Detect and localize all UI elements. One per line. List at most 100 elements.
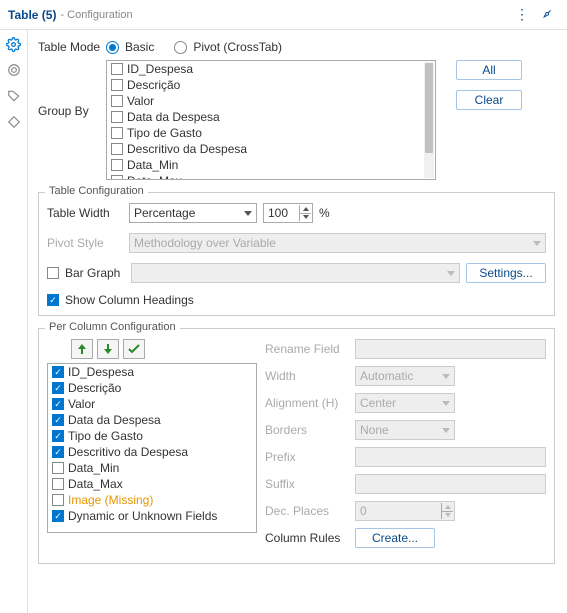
checkbox-icon[interactable] — [111, 175, 123, 180]
checkbox-icon[interactable] — [52, 382, 64, 394]
column-item-label: Image (Missing) — [68, 493, 153, 507]
table-config-legend: Table Configuration — [45, 185, 148, 197]
column-item[interactable]: ID_Despesa — [48, 364, 256, 380]
gear-icon[interactable] — [6, 36, 22, 52]
table-width-mode-select[interactable]: Percentage — [129, 203, 257, 223]
checkbox-icon[interactable] — [52, 462, 64, 474]
checkbox-icon[interactable] — [111, 79, 123, 91]
scrollbar[interactable] — [424, 62, 434, 178]
radio-basic-label: Basic — [125, 40, 154, 54]
bar-graph-select — [131, 263, 460, 283]
groupby-item-label: Descritivo da Despesa — [127, 142, 247, 156]
column-item-label: Data_Max — [68, 477, 123, 491]
groupby-item-label: Descrição — [127, 78, 180, 92]
column-item-label: Data da Despesa — [68, 413, 161, 427]
checkbox-icon[interactable] — [52, 494, 64, 506]
dec-places-spinner: 0 — [355, 501, 455, 521]
suffix-input — [355, 474, 546, 494]
column-item[interactable]: Data_Max — [48, 476, 256, 492]
column-rules-label: Column Rules — [265, 531, 349, 545]
group-by-label: Group By — [38, 60, 106, 118]
per-column-fieldset: Per Column Configuration ID_DespesaDescr… — [38, 328, 555, 564]
column-item-label: Tipo de Gasto — [68, 429, 143, 443]
move-up-button[interactable] — [71, 339, 93, 359]
alignment-select: Center — [355, 393, 455, 413]
groupby-item-label: Data_Max — [127, 174, 182, 180]
groupby-item[interactable]: Tipo de Gasto — [107, 125, 435, 141]
dec-places-label: Dec. Places — [265, 504, 349, 518]
target-icon[interactable] — [6, 62, 22, 78]
checkbox-icon[interactable] — [52, 366, 64, 378]
column-item-label: Dynamic or Unknown Fields — [68, 509, 217, 523]
all-button[interactable]: All — [456, 60, 522, 80]
column-item[interactable]: Dynamic or Unknown Fields — [48, 508, 256, 524]
column-item[interactable]: Tipo de Gasto — [48, 428, 256, 444]
diamond-icon[interactable] — [6, 114, 22, 130]
create-button[interactable]: Create... — [355, 528, 435, 548]
pin-icon[interactable] — [535, 5, 559, 25]
groupby-item[interactable]: ID_Despesa — [107, 61, 435, 77]
column-item-label: Data_Min — [68, 461, 119, 475]
groupby-item[interactable]: Descrição — [107, 77, 435, 93]
table-width-value-spinner[interactable]: 100 — [263, 203, 313, 223]
groupby-item-label: Data_Min — [127, 158, 178, 172]
per-column-listbox[interactable]: ID_DespesaDescrição Valor Data da Despesa T… — [47, 363, 257, 533]
tool-subtitle: - Configuration — [60, 9, 132, 21]
move-down-button[interactable] — [97, 339, 119, 359]
bar-graph-checkbox[interactable] — [47, 267, 59, 279]
bar-graph-label: Bar Graph — [65, 266, 125, 280]
groupby-item-label: Valor — [127, 94, 154, 108]
more-icon[interactable]: ⋮ — [509, 4, 535, 25]
column-item[interactable]: Data_Min — [48, 460, 256, 476]
checkbox-icon[interactable] — [52, 446, 64, 458]
per-column-legend: Per Column Configuration — [45, 321, 180, 333]
checkbox-icon[interactable] — [111, 95, 123, 107]
checkbox-icon[interactable] — [111, 143, 123, 155]
table-mode-label: Table Mode — [38, 40, 106, 54]
clear-button[interactable]: Clear — [456, 90, 522, 110]
settings-button[interactable]: Settings... — [466, 263, 546, 283]
radio-pivot[interactable] — [174, 41, 187, 54]
check-button[interactable] — [123, 339, 145, 359]
radio-pivot-label: Pivot (CrossTab) — [193, 40, 282, 54]
column-item[interactable]: Data da Despesa — [48, 412, 256, 428]
checkbox-icon[interactable] — [52, 430, 64, 442]
checkbox-icon[interactable] — [52, 478, 64, 490]
column-item[interactable]: Descritivo da Despesa — [48, 444, 256, 460]
config-sidebar — [0, 30, 28, 613]
checkbox-icon[interactable] — [52, 414, 64, 426]
groupby-item[interactable]: Descritivo da Despesa — [107, 141, 435, 157]
checkbox-icon[interactable] — [111, 159, 123, 171]
groupby-item[interactable]: Data_Min — [107, 157, 435, 173]
checkbox-icon[interactable] — [111, 127, 123, 139]
pivot-style-select: Methodology over Variable — [129, 233, 546, 253]
rename-field-input — [355, 339, 546, 359]
column-item-label: Descrição — [68, 381, 121, 395]
checkbox-icon[interactable] — [52, 510, 64, 522]
spin-up[interactable] — [299, 205, 311, 214]
radio-basic[interactable] — [106, 41, 119, 54]
groupby-item-label: Tipo de Gasto — [127, 126, 202, 140]
checkbox-icon[interactable] — [111, 63, 123, 75]
borders-label: Borders — [265, 423, 349, 437]
groupby-item-label: ID_Despesa — [127, 62, 193, 76]
column-item[interactable]: Descrição — [48, 380, 256, 396]
tag-icon[interactable] — [6, 88, 22, 104]
show-headings-checkbox[interactable] — [47, 294, 59, 306]
groupby-item[interactable]: Valor — [107, 93, 435, 109]
group-by-listbox[interactable]: ID_Despesa Descrição Valor Data da Despesa T… — [106, 60, 436, 180]
groupby-item-label: Data da Despesa — [127, 110, 220, 124]
width-field-label: Width — [265, 369, 349, 383]
scrollbar-thumb[interactable] — [425, 63, 433, 153]
spin-down[interactable] — [299, 214, 311, 222]
column-item[interactable]: Valor — [48, 396, 256, 412]
prefix-input — [355, 447, 546, 467]
width-select: Automatic — [355, 366, 455, 386]
checkbox-icon[interactable] — [52, 398, 64, 410]
column-item-label: Valor — [68, 397, 95, 411]
groupby-item[interactable]: Data da Despesa — [107, 109, 435, 125]
column-item[interactable]: Image (Missing) — [48, 492, 256, 508]
groupby-item[interactable]: Data_Max — [107, 173, 435, 180]
config-content: Table Mode Basic Pivot (CrossTab) Group … — [28, 30, 567, 613]
checkbox-icon[interactable] — [111, 111, 123, 123]
